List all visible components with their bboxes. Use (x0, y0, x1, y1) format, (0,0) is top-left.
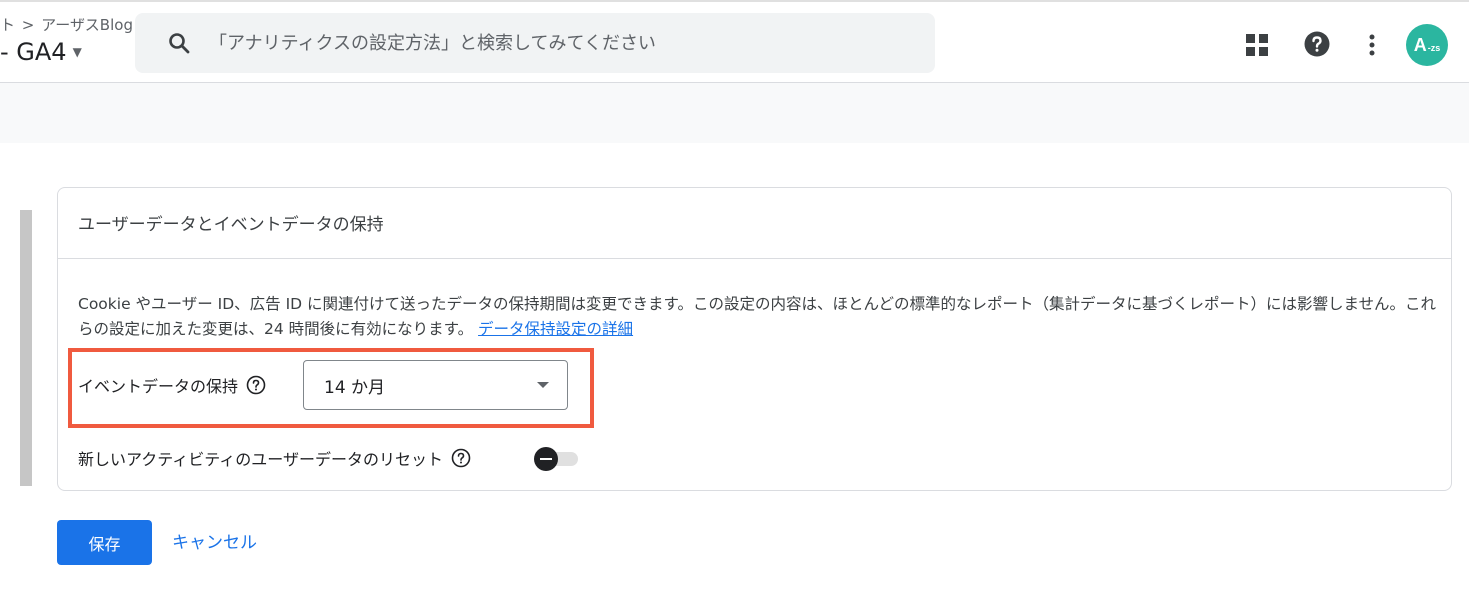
card-title: ユーザーデータとイベントデータの保持 (78, 215, 384, 235)
highlight-box (68, 348, 594, 428)
reset-label: 新しいアクティビティのユーザーデータのリセット (78, 450, 443, 469)
retention-description: Cookie やユーザー ID、広告 ID に関連付けて送ったデータの保持期間は… (78, 292, 1448, 342)
card-divider (58, 258, 1451, 259)
apps-icon[interactable] (1244, 32, 1270, 58)
data-retention-card: ユーザーデータとイベントデータの保持 Cookie やユーザー ID、広告 ID… (57, 187, 1452, 491)
toggle-knob (534, 447, 558, 471)
breadcrumb-separator: > (21, 16, 35, 34)
app-header: ト > アーザスBlog - GA4 ▼ 「アナリティクスの設定方法」と検索して… (0, 2, 1469, 83)
reset-row: 新しいアクティビティのユーザーデータのリセット (78, 444, 471, 472)
cancel-button[interactable]: キャンセル (172, 528, 257, 553)
reset-toggle[interactable] (534, 447, 580, 471)
save-button[interactable]: 保存 (57, 520, 152, 565)
breadcrumb: ト > アーザスBlog (0, 14, 133, 35)
avatar[interactable]: A -zs (1406, 24, 1448, 66)
property-name: - GA4 (0, 38, 67, 66)
property-selector[interactable]: - GA4 ▼ (0, 38, 82, 66)
help-icon[interactable] (1303, 30, 1331, 58)
search-input[interactable] (207, 31, 935, 55)
avatar-suffix: -zs (1427, 43, 1441, 53)
description-text: Cookie やユーザー ID、広告 ID に関連付けて送ったデータの保持期間は… (78, 295, 1437, 338)
search-icon (169, 33, 190, 54)
breadcrumb-prefix: ト (0, 16, 16, 34)
breadcrumb-account[interactable]: アーザスBlog (41, 16, 133, 34)
chevron-down-icon: ▼ (72, 45, 82, 59)
left-scrollbar[interactable] (20, 210, 32, 486)
avatar-initial: A (1413, 34, 1427, 55)
help-outline-icon[interactable] (451, 448, 471, 468)
subheader-band (0, 83, 1469, 143)
retention-details-link[interactable]: データ保持設定の詳細 (478, 320, 633, 338)
search-bar[interactable] (135, 13, 935, 73)
more-vert-icon[interactable] (1360, 32, 1384, 58)
